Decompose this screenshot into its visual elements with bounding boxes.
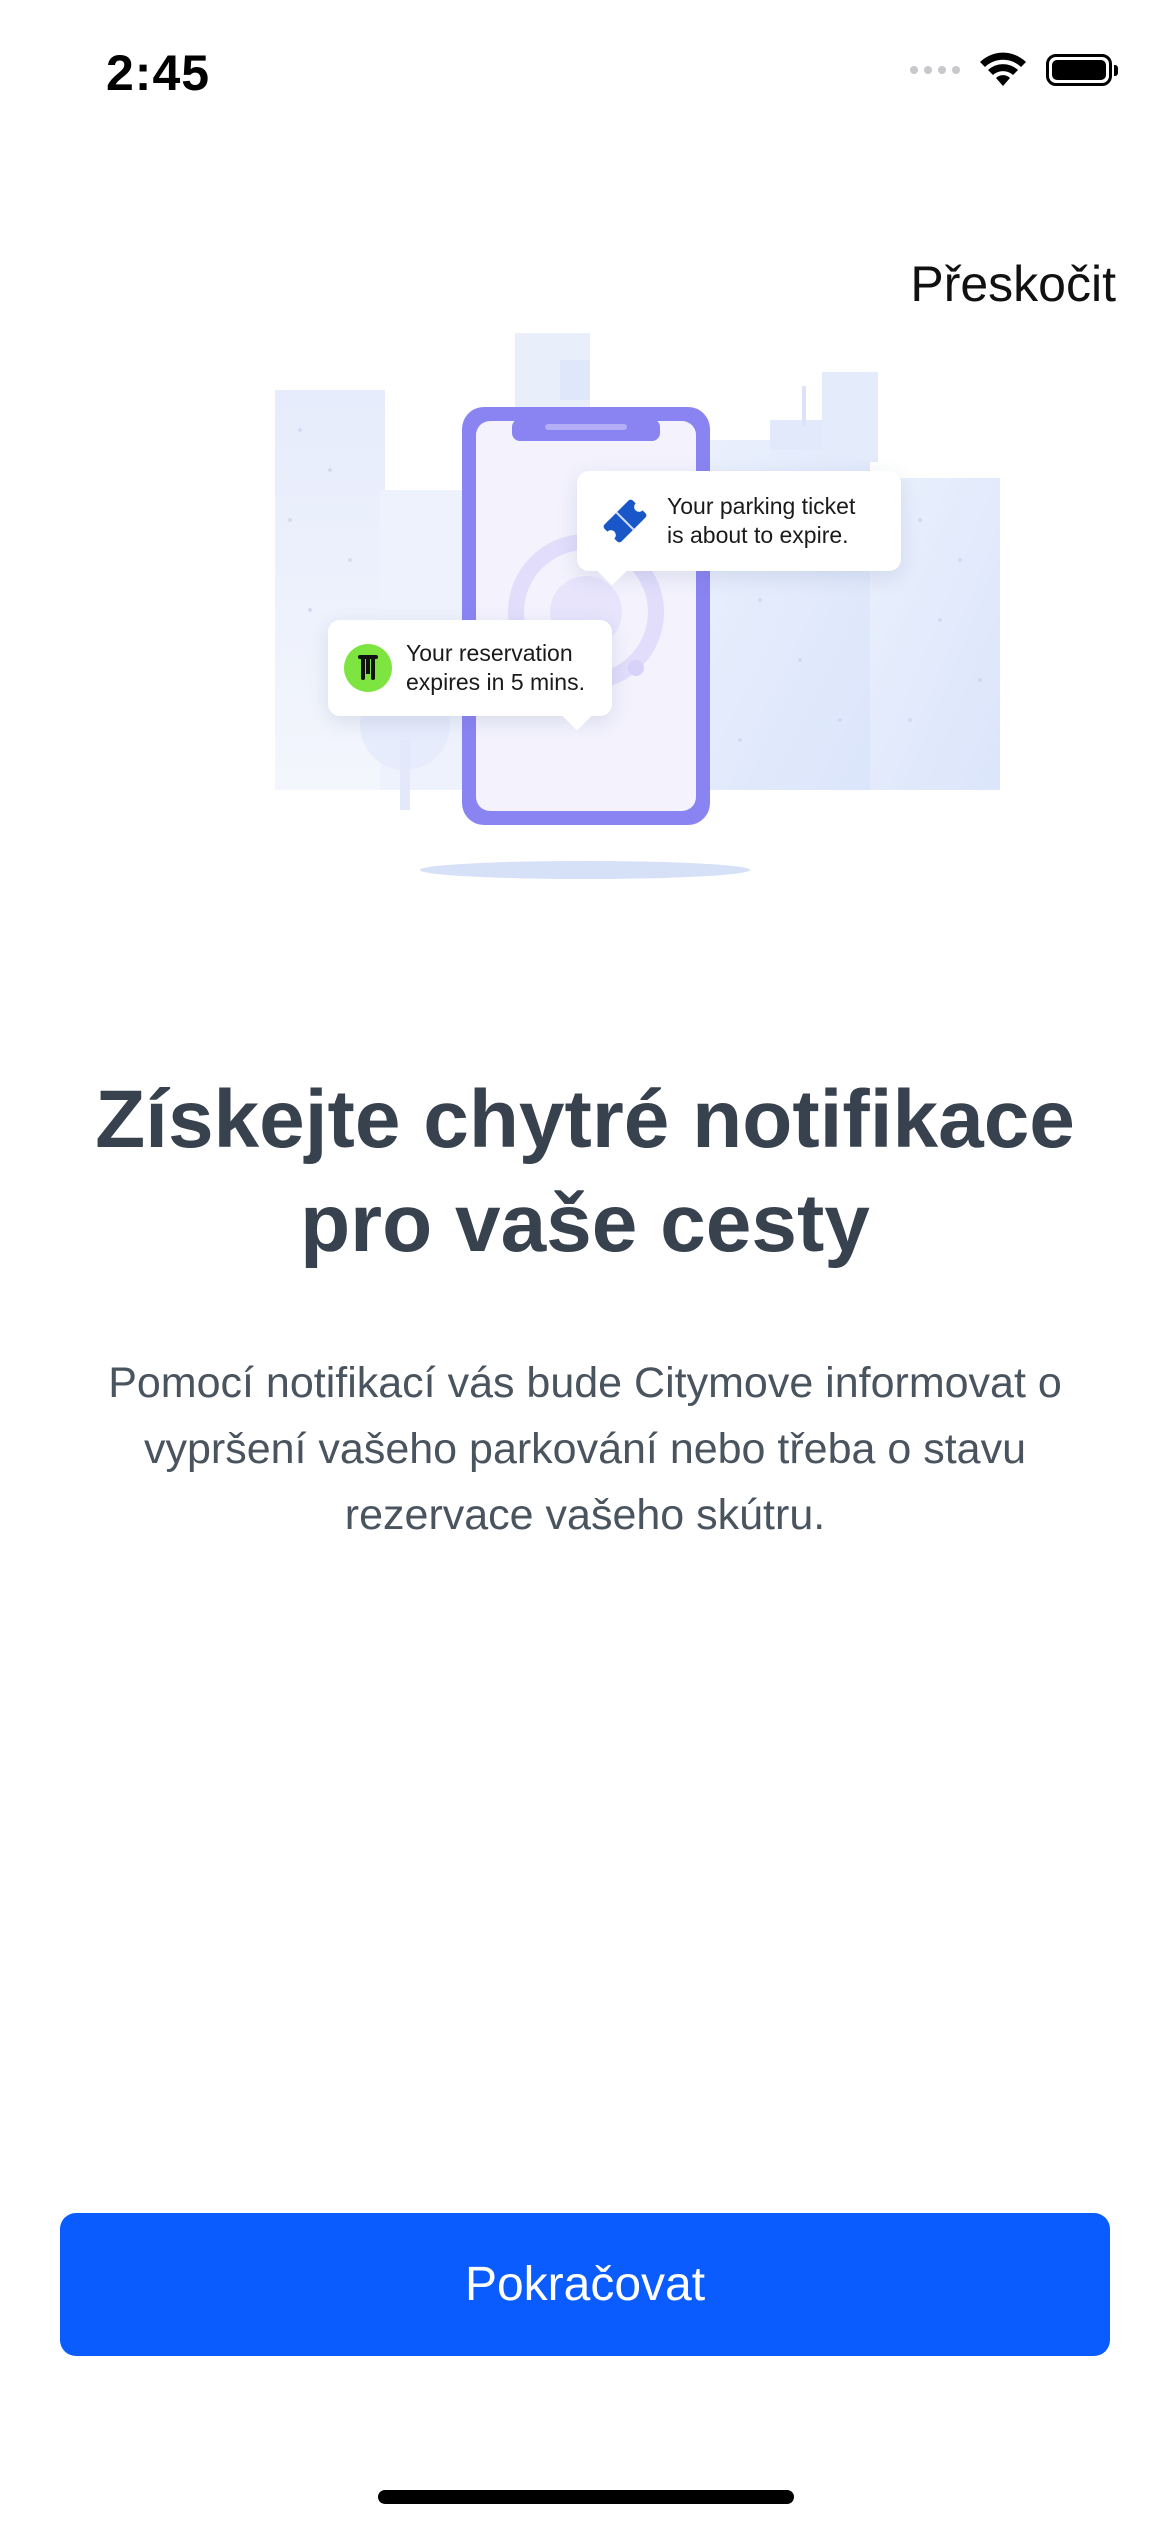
ground-shadow: [420, 861, 750, 879]
description-line-3: rezervace vašeho skútru.: [344, 1491, 826, 1539]
phone-graphic: [462, 407, 710, 825]
onboarding-screen: 2:45 Přeskočit Your parking ticket is ab…: [0, 0, 1170, 2532]
reservation-notification-card: Your reservation expires in 5 mins.: [328, 620, 612, 731]
description-line-2: vypršení vašeho parkování nebo třeba o s…: [143, 1425, 1027, 1473]
battery-icon: [1046, 54, 1118, 86]
reservation-notification-line-1: Your reservation: [406, 640, 573, 666]
wifi-icon: [980, 52, 1026, 86]
reservation-notification-line-2: expires in 5 mins.: [406, 669, 585, 695]
parking-notification-text: Your parking ticket is about to expire.: [667, 492, 855, 550]
notifications-illustration: [275, 333, 1000, 879]
parking-notification-card: Your parking ticket is about to expire.: [577, 471, 901, 586]
continue-button[interactable]: Pokračovat: [60, 2213, 1110, 2356]
skip-button[interactable]: Přeskočit: [910, 255, 1116, 313]
page-title-line-2: pro vaše cesty: [300, 1178, 870, 1269]
home-indicator[interactable]: [378, 2490, 794, 2504]
page-description: Pomocí notifikací vás bude Citymove info…: [60, 1350, 1110, 1548]
description-line-1: Pomocí notifikací vás bude Citymove info…: [108, 1359, 1062, 1407]
parking-notification-line-1: Your parking ticket: [667, 493, 856, 519]
reservation-notification-text: Your reservation expires in 5 mins.: [406, 639, 585, 697]
page-title-line-1: Získejte chytré notifikace: [95, 1074, 1075, 1165]
status-time: 2:45: [106, 45, 211, 101]
parking-ticket-icon: [603, 499, 647, 543]
page-title: Získejte chytré notifikace pro vaše cest…: [40, 1068, 1130, 1276]
status-icons: [910, 52, 1118, 88]
scooter-icon: [344, 644, 392, 692]
cellular-signal-icon: [910, 66, 960, 74]
parking-notification-line-2: is about to expire.: [667, 522, 849, 548]
